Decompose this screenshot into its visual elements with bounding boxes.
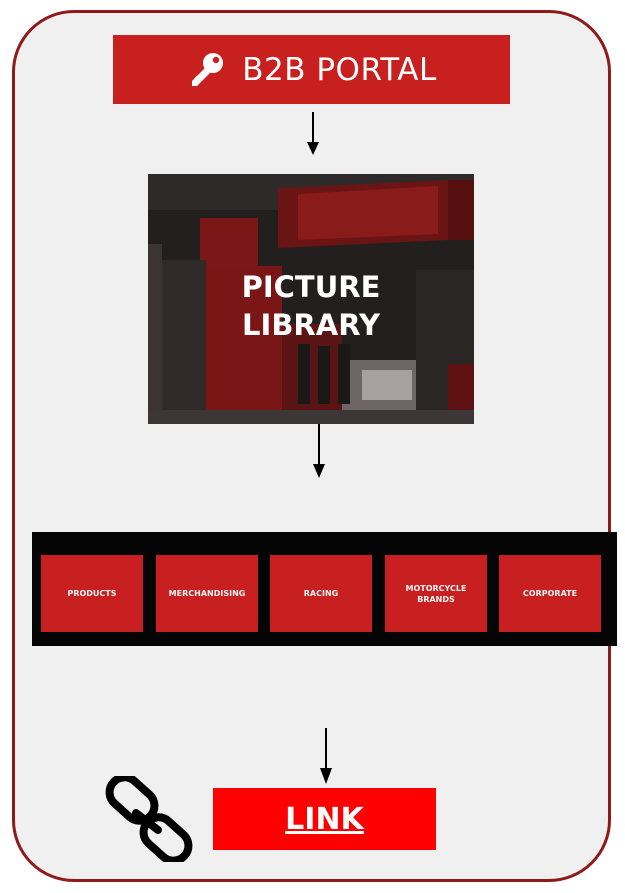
category-menu: PRODUCTS MERCHANDISING RACING MOTORCYCLE… [32,532,617,646]
picture-library-line-1: PICTURE [241,270,381,304]
category-corporate[interactable]: CORPORATE [499,555,601,632]
arrow-down-2 [313,424,325,478]
chain-link-icon [105,776,193,862]
arrow-down-3 [320,728,332,784]
picture-library-line-2: LIBRARY [242,308,380,342]
category-label: MOTORCYCLE BRANDS [405,583,467,604]
category-label: RACING [303,589,339,598]
arrow-down-1 [307,112,319,155]
link-label: LINK [285,801,364,837]
category-label: CORPORATE [522,589,578,598]
category-label: PRODUCTS [67,589,117,598]
category-label: MERCHANDISING [168,589,246,598]
category-merchandising[interactable]: MERCHANDISING [156,555,258,632]
key-icon [192,52,224,86]
link-button[interactable]: LINK [213,788,436,850]
picture-library-tile[interactable]: PICTURE LIBRARY [148,174,474,424]
category-products[interactable]: PRODUCTS [41,555,143,632]
picture-library-title: PICTURE LIBRARY [148,268,474,344]
b2b-portal-banner[interactable]: B2B PORTAL [113,35,510,104]
portal-label: B2B PORTAL [242,51,437,88]
category-motorcycle-brands[interactable]: MOTORCYCLE BRANDS [385,555,487,632]
category-racing[interactable]: RACING [270,555,372,632]
